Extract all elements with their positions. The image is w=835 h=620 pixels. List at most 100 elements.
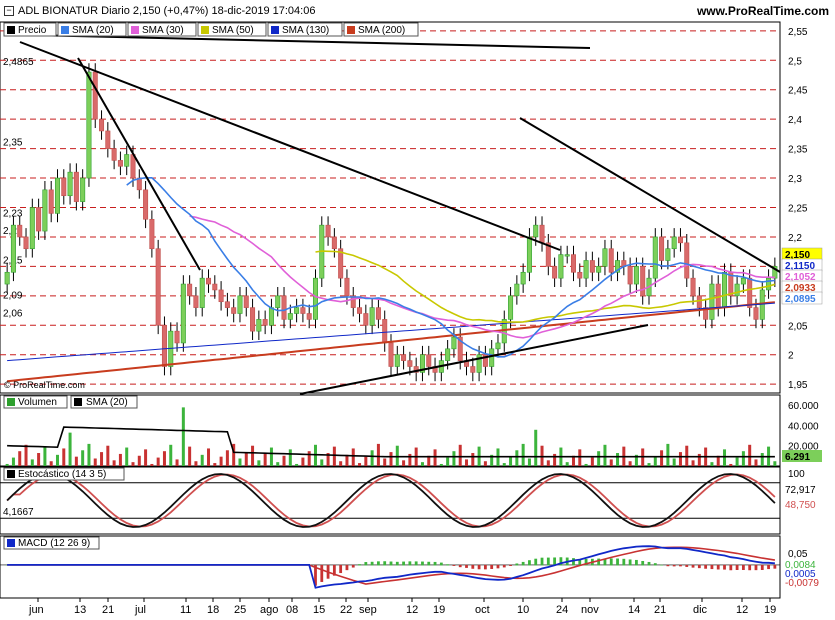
- volume-bar: [647, 463, 651, 466]
- candle-body: [583, 260, 589, 279]
- candle-body: [451, 336, 457, 350]
- macd-histogram-bar: [339, 564, 343, 574]
- stoch-tick-label: 100: [788, 469, 805, 480]
- macd-histogram-bar: [767, 564, 770, 570]
- candle-body: [161, 324, 167, 367]
- candle-body: [243, 295, 249, 308]
- x-tick-label: 15: [313, 604, 325, 616]
- volume-bar: [219, 456, 223, 466]
- candle-body: [36, 207, 42, 232]
- volume-bar: [446, 457, 450, 466]
- x-tick-label: 12: [406, 604, 418, 616]
- volume-bar: [188, 446, 192, 466]
- stoch-level-label: 4,1667: [3, 507, 34, 518]
- volume-bar: [389, 452, 393, 466]
- x-tick-label: jun: [28, 604, 44, 616]
- candle-body: [4, 271, 10, 285]
- macd-histogram-bar: [452, 564, 456, 566]
- macd-histogram-bar: [540, 557, 544, 566]
- candle-body: [608, 248, 614, 273]
- volume-bar: [81, 450, 85, 466]
- candle-body: [470, 366, 476, 373]
- macd-histogram-bar: [546, 557, 550, 566]
- price-tick-label: 2,4: [788, 115, 802, 126]
- volume-bar: [307, 451, 311, 466]
- macd-histogram-bar: [528, 560, 531, 566]
- macd-tick-label: 0,05: [788, 549, 808, 560]
- candle-body: [696, 295, 702, 308]
- candle-body: [218, 289, 224, 303]
- price-level-label: 2,35: [3, 138, 23, 149]
- volume-bar: [112, 460, 116, 466]
- macd-histogram-bar: [729, 564, 733, 571]
- candle-body: [722, 271, 728, 308]
- chart-canvas: 2,552,52,452,42,352,32,252,22,152,12,052…: [0, 21, 823, 616]
- volume-bar: [603, 444, 607, 466]
- candle-body: [369, 307, 375, 326]
- volume-bar: [320, 459, 324, 466]
- volume-bar: [540, 445, 544, 466]
- volume-bar: [666, 443, 670, 466]
- volume-bar: [773, 461, 777, 466]
- x-tick-label: 25: [234, 604, 246, 616]
- candle-body: [677, 236, 683, 244]
- volume-bar: [68, 432, 72, 466]
- candle-body: [401, 354, 407, 361]
- legend-swatch: [7, 539, 15, 547]
- candle-body: [250, 307, 256, 332]
- x-tick-label: 12: [736, 604, 748, 616]
- volume-bar: [276, 462, 280, 466]
- macd-histogram-bar: [370, 561, 374, 566]
- candle-body: [29, 207, 35, 250]
- volume-bar: [125, 447, 129, 466]
- volume-bar: [609, 459, 613, 466]
- x-tick-label: 21: [654, 604, 666, 616]
- volume-bar: [106, 445, 110, 466]
- legend-swatch: [201, 26, 209, 34]
- volume-last-label: 6.291: [785, 452, 810, 463]
- legend-label: SMA (200): [358, 25, 405, 36]
- volume-bar: [213, 463, 217, 466]
- macd-histogram-bar: [723, 564, 726, 570]
- candle-body: [73, 171, 79, 202]
- price-tick-label: 2: [788, 351, 794, 362]
- volume-bar: [748, 444, 752, 466]
- x-tick-label: jul: [134, 604, 146, 616]
- volume-bar: [483, 461, 487, 466]
- volume-bar: [660, 450, 664, 466]
- candle-body: [633, 266, 639, 285]
- volume-bar: [301, 457, 305, 466]
- legend-swatch: [7, 26, 15, 34]
- x-tick-label: 13: [74, 604, 86, 616]
- macd-histogram-bar: [402, 561, 405, 566]
- volume-tick-label: 40.000: [788, 421, 819, 432]
- volume-bar: [546, 460, 550, 466]
- volume-bar: [43, 446, 47, 466]
- candle-body: [520, 271, 526, 285]
- macd-histogram-bar: [509, 564, 512, 566]
- volume-bar: [471, 453, 475, 466]
- macd-histogram-bar: [710, 564, 714, 570]
- candle-body: [344, 277, 350, 297]
- candle-body: [690, 277, 696, 297]
- candle-body: [331, 236, 337, 250]
- volume-bar: [282, 455, 286, 466]
- macd-histogram-bar: [760, 564, 764, 570]
- volume-bar: [5, 463, 9, 466]
- macd-histogram-bar: [421, 561, 424, 566]
- macd-histogram-bar: [635, 559, 638, 566]
- candle-body: [187, 283, 193, 297]
- candle-body: [684, 242, 690, 279]
- candle-body: [312, 277, 318, 320]
- macd-histogram-bar: [377, 561, 380, 566]
- volume-bar: [345, 454, 349, 466]
- volume-bar: [62, 448, 66, 466]
- candle-body: [552, 266, 558, 279]
- volume-bar: [93, 458, 97, 466]
- legend-label: Precio: [18, 25, 47, 36]
- volume-bar: [628, 461, 632, 466]
- candle-body: [86, 71, 92, 179]
- volume-bar: [137, 455, 141, 466]
- volume-sma-legend-label: SMA (20): [86, 397, 128, 408]
- candle-body: [445, 348, 451, 361]
